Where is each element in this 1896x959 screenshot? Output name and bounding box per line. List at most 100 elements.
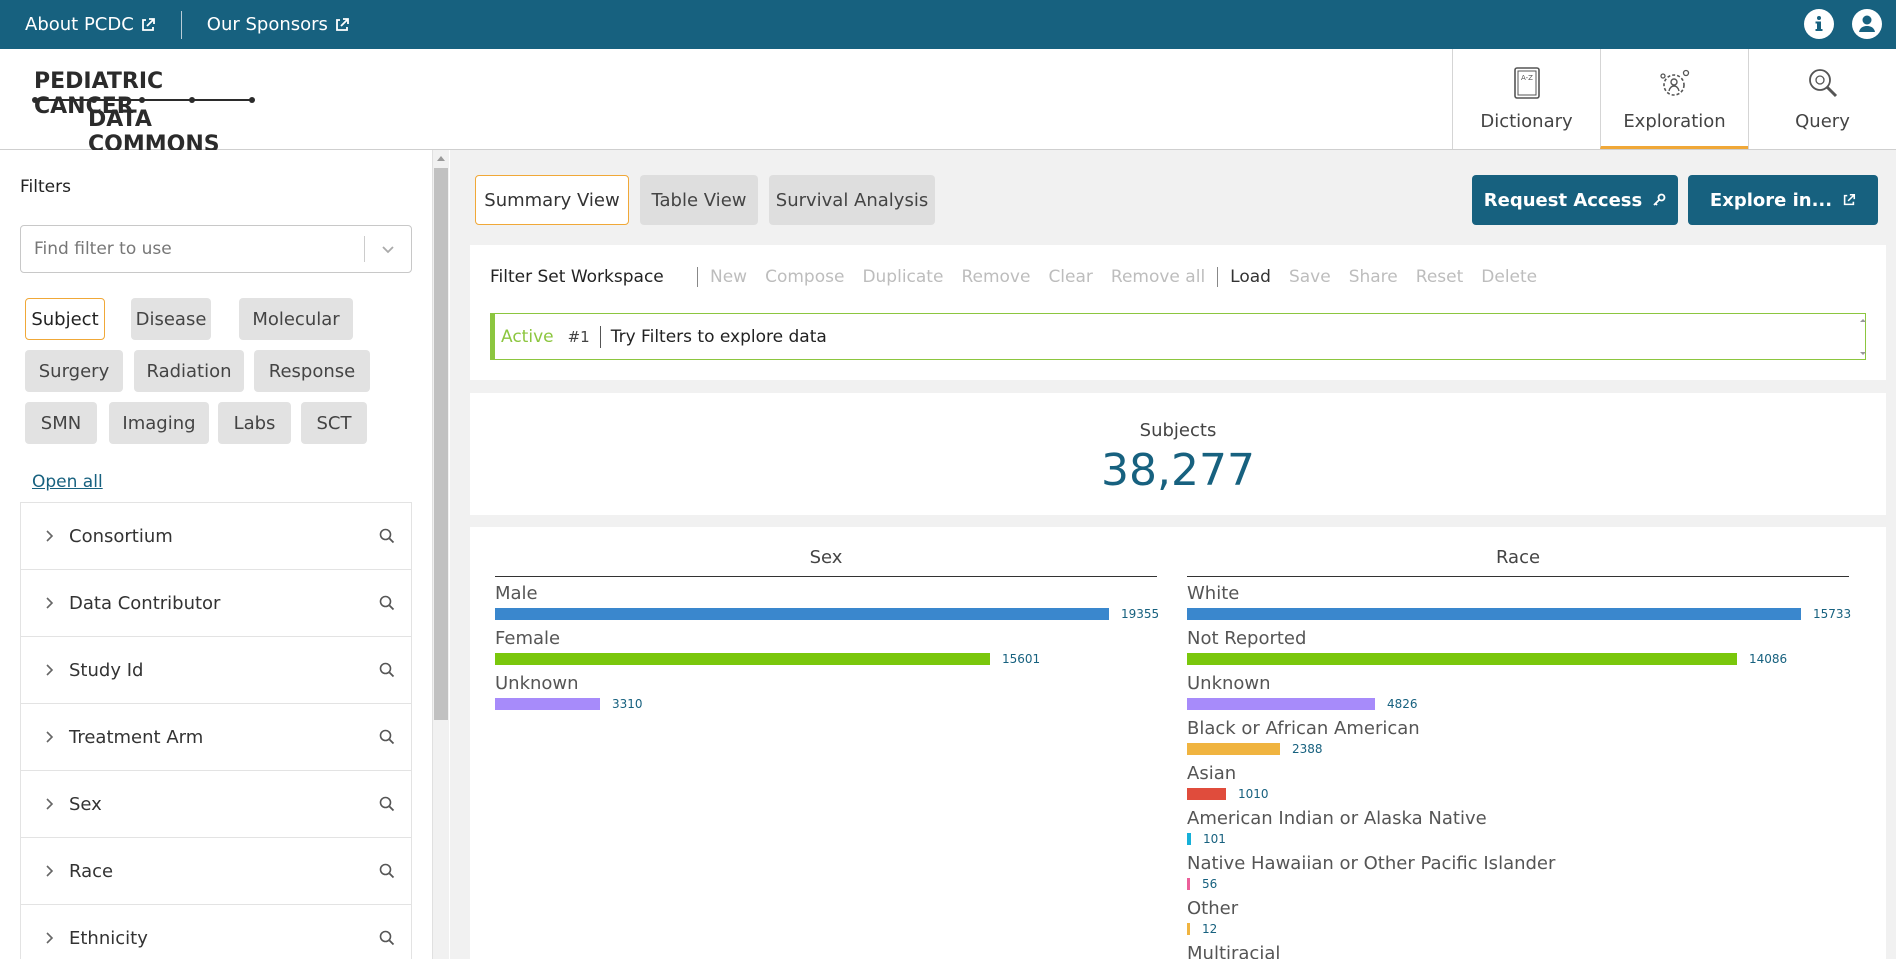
bar-row[interactable]: Unknown 4826 [1187, 667, 1849, 712]
share-action[interactable]: Share [1349, 267, 1398, 287]
active-filter-set[interactable]: Active #1 Try Filters to explore data [490, 313, 1866, 360]
bar[interactable] [495, 608, 1109, 620]
tab-summary-view[interactable]: Summary View [475, 175, 629, 225]
chip-labs[interactable]: Labs [218, 402, 291, 444]
bar-row[interactable]: White 15733 [1187, 577, 1852, 622]
clear-action[interactable]: Clear [1048, 267, 1092, 287]
bar-row[interactable]: Multiracial [1187, 937, 1849, 959]
bar-label: American Indian or Alaska Native [1187, 808, 1487, 829]
bar[interactable] [495, 698, 600, 710]
chip-imaging[interactable]: Imaging [109, 402, 209, 444]
reset-action[interactable]: Reset [1416, 267, 1464, 287]
chip-response[interactable]: Response [254, 350, 370, 392]
explore-in-button[interactable]: Explore in... [1688, 175, 1878, 225]
scroll-up-arrow-icon[interactable] [437, 156, 445, 161]
pcdc-logo[interactable]: PEDIATRIC CANCER DATA COMMONS [32, 69, 262, 157]
load-action[interactable]: Load [1230, 267, 1271, 287]
facet-label: Treatment Arm [69, 726, 204, 748]
delete-action[interactable]: Delete [1481, 267, 1537, 287]
race-chart: Race White 15733 Not Reported 14086 Unknown 4… [1187, 547, 1852, 959]
search-icon[interactable] [379, 863, 395, 879]
chip-disease[interactable]: Disease [131, 298, 211, 340]
bar[interactable] [1187, 923, 1190, 935]
bar[interactable] [1187, 608, 1801, 620]
facet-treatment-arm[interactable]: Treatment Arm [21, 704, 411, 771]
filter-set-status: Active [501, 326, 554, 347]
remove-all-action[interactable]: Remove all [1111, 267, 1205, 287]
about-pcdc-link[interactable]: About PCDC [0, 13, 181, 37]
search-icon[interactable] [379, 662, 395, 678]
search-icon[interactable] [379, 595, 395, 611]
bar-row[interactable]: Not Reported 14086 [1187, 622, 1849, 667]
chip-sct[interactable]: SCT [301, 402, 367, 444]
bar-label: Unknown [1187, 673, 1271, 694]
chip-molecular[interactable]: Molecular [239, 298, 353, 340]
bar-row[interactable]: Female 15601 [495, 622, 1157, 667]
open-all-link[interactable]: Open all [32, 472, 103, 492]
bar-row[interactable]: Black or African American 2388 [1187, 712, 1849, 757]
bar-value: 1010 [1238, 787, 1269, 801]
bar-row[interactable]: Asian 1010 [1187, 757, 1849, 802]
request-access-button[interactable]: Request Access [1472, 175, 1678, 225]
scrollbar-thumb[interactable] [434, 168, 448, 720]
bar[interactable] [1187, 788, 1226, 800]
bar[interactable] [495, 653, 990, 665]
bar[interactable] [1187, 833, 1191, 845]
tab-dictionary[interactable]: A-Z Dictionary [1452, 49, 1600, 149]
main-content: Summary View Table View Survival Analysi… [450, 150, 1896, 959]
bar-row[interactable]: American Indian or Alaska Native 101 [1187, 802, 1849, 847]
duplicate-action[interactable]: Duplicate [862, 267, 943, 287]
filter-search-select[interactable] [20, 225, 412, 273]
tab-exploration[interactable]: Exploration [1600, 49, 1748, 149]
filters-title: Filters [20, 177, 71, 197]
bar-row[interactable]: Male 19355 [495, 577, 1159, 622]
sex-chart-bars: Male 19355 Female 15601 Unknown 3310 [495, 577, 1159, 712]
tab-survival-analysis[interactable]: Survival Analysis [769, 175, 935, 225]
tab-table-view[interactable]: Table View [640, 175, 758, 225]
facet-consortium[interactable]: Consortium [21, 503, 411, 570]
bar-value: 15733 [1813, 607, 1852, 621]
facet-ethnicity[interactable]: Ethnicity [21, 905, 411, 959]
chip-subject[interactable]: Subject [25, 298, 105, 340]
workspace-scrollbar[interactable] [1856, 315, 1870, 359]
chip-radiation[interactable]: Radiation [134, 350, 244, 392]
facet-sex[interactable]: Sex [21, 771, 411, 838]
facet-data-contributor[interactable]: Data Contributor [21, 570, 411, 637]
tab-query[interactable]: Query [1748, 49, 1896, 149]
bar-row[interactable]: Unknown 3310 [495, 667, 1157, 712]
subjects-count: 38,277 [1101, 445, 1255, 496]
search-icon[interactable] [379, 528, 395, 544]
chip-surgery[interactable]: Surgery [25, 350, 123, 392]
chevron-down-icon[interactable] [365, 241, 411, 257]
search-icon[interactable] [379, 729, 395, 745]
chevron-right-icon [45, 865, 61, 877]
remove-action[interactable]: Remove [961, 267, 1030, 287]
user-account-icon[interactable] [1852, 9, 1882, 39]
explore-in-label: Explore in... [1709, 189, 1833, 211]
info-icon[interactable] [1804, 9, 1834, 39]
new-action[interactable]: New [710, 267, 747, 287]
search-icon[interactable] [379, 930, 395, 946]
bar-label: Black or African American [1187, 718, 1420, 739]
bar[interactable] [1187, 743, 1280, 755]
facet-list: Consortium Data Contributor Study Id Tre… [20, 502, 412, 959]
chevron-right-icon [45, 731, 61, 743]
save-action[interactable]: Save [1289, 267, 1331, 287]
subjects-summary: Subjects 38,277 [470, 393, 1886, 515]
bar[interactable] [1187, 698, 1375, 710]
facet-study-id[interactable]: Study Id [21, 637, 411, 704]
facet-race[interactable]: Race [21, 838, 411, 905]
bar-row[interactable]: Native Hawaiian or Other Pacific Islande… [1187, 847, 1849, 892]
compose-action[interactable]: Compose [765, 267, 844, 287]
bar-row[interactable]: Other 12 [1187, 892, 1849, 937]
chip-smn[interactable]: SMN [25, 402, 97, 444]
bar-value: 12 [1202, 922, 1218, 936]
bar-value: 4826 [1387, 697, 1418, 711]
about-pcdc-label: About PCDC [25, 14, 134, 35]
bar[interactable] [1187, 878, 1190, 890]
our-sponsors-link[interactable]: Our Sponsors [182, 13, 375, 37]
sidebar-scrollbar[interactable] [433, 150, 449, 959]
filter-search-input[interactable] [21, 226, 364, 272]
search-icon[interactable] [379, 796, 395, 812]
bar[interactable] [1187, 653, 1737, 665]
